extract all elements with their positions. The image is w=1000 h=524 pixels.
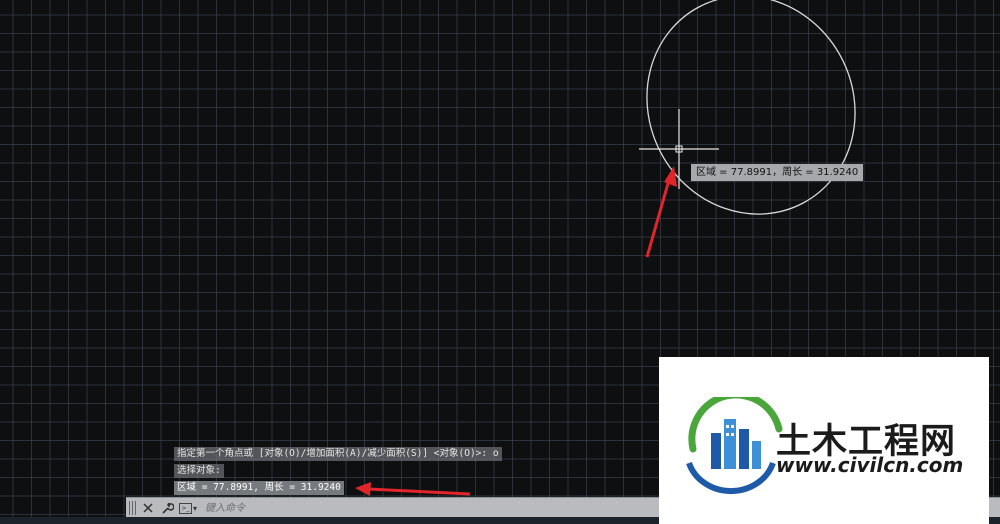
command-input[interactable] — [203, 501, 688, 515]
command-history-result: 区域 = 77.8991, 周长 = 31.9240 — [174, 481, 344, 495]
command-history: 指定第一个角点或 [对象(O)/增加面积(A)/减少面积(S)] <对象(O)>… — [174, 447, 502, 498]
command-prompt-icon[interactable]: >_ ▾ — [179, 502, 197, 514]
area-perimeter-tooltip: 区域 = 77.8991，周长 = 31.9240 — [691, 164, 864, 181]
close-icon[interactable] — [140, 500, 156, 516]
red-arrow-annotation-top — [645, 166, 677, 258]
ellipse-shape[interactable] — [609, 0, 893, 251]
command-history-line: 选择对象: — [174, 464, 224, 478]
watermark-logo — [686, 397, 783, 495]
wrench-icon[interactable] — [159, 500, 175, 516]
command-history-line: 指定第一个角点或 [对象(O)/增加面积(A)/减少面积(S)] <对象(O)>… — [174, 447, 502, 461]
watermark-url: www.civilcn.com — [776, 453, 964, 477]
watermark: 土木工程网 www.civilcn.com — [659, 357, 989, 524]
drag-handle[interactable] — [129, 501, 137, 515]
